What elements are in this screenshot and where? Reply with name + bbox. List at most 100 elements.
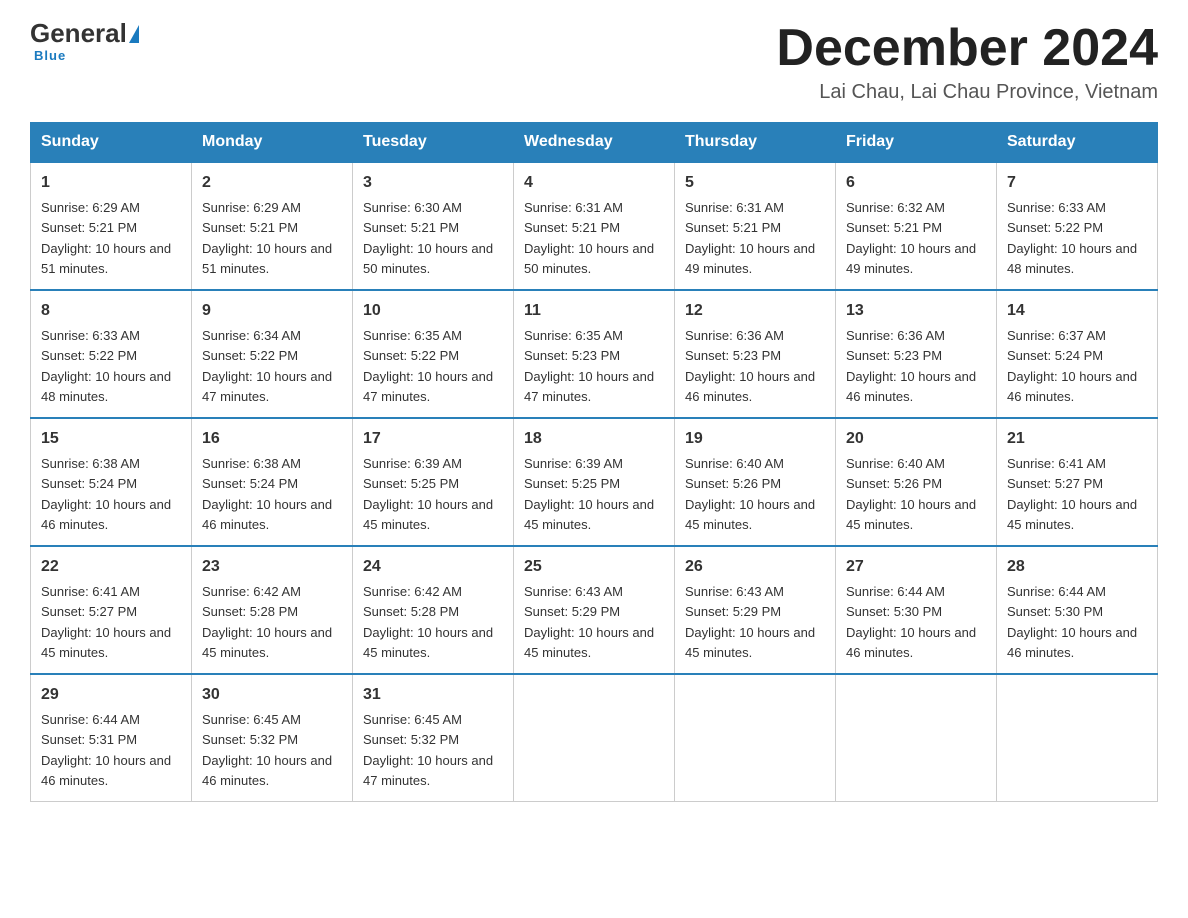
day-info: Sunrise: 6:35 AMSunset: 5:22 PMDaylight:… [363,328,493,404]
calendar-cell: 7 Sunrise: 6:33 AMSunset: 5:22 PMDayligh… [997,162,1158,290]
calendar-header-row: SundayMondayTuesdayWednesdayThursdayFrid… [31,123,1158,163]
day-number: 17 [363,427,503,451]
logo-general-text: General [30,20,127,46]
day-number: 14 [1007,299,1147,323]
day-number: 25 [524,555,664,579]
day-number: 3 [363,171,503,195]
calendar-cell: 4 Sunrise: 6:31 AMSunset: 5:21 PMDayligh… [514,162,675,290]
day-number: 11 [524,299,664,323]
col-header-saturday: Saturday [997,123,1158,163]
calendar-cell: 19 Sunrise: 6:40 AMSunset: 5:26 PMDaylig… [675,418,836,546]
calendar-cell: 30 Sunrise: 6:45 AMSunset: 5:32 PMDaylig… [192,674,353,802]
calendar-cell [675,674,836,802]
col-header-tuesday: Tuesday [353,123,514,163]
calendar-cell: 17 Sunrise: 6:39 AMSunset: 5:25 PMDaylig… [353,418,514,546]
day-info: Sunrise: 6:45 AMSunset: 5:32 PMDaylight:… [363,712,493,788]
day-number: 16 [202,427,342,451]
day-number: 29 [41,683,181,707]
day-number: 28 [1007,555,1147,579]
calendar-cell: 2 Sunrise: 6:29 AMSunset: 5:21 PMDayligh… [192,162,353,290]
day-number: 7 [1007,171,1147,195]
calendar-cell: 13 Sunrise: 6:36 AMSunset: 5:23 PMDaylig… [836,290,997,418]
calendar-cell: 26 Sunrise: 6:43 AMSunset: 5:29 PMDaylig… [675,546,836,674]
calendar-week-row: 22 Sunrise: 6:41 AMSunset: 5:27 PMDaylig… [31,546,1158,674]
col-header-thursday: Thursday [675,123,836,163]
day-number: 27 [846,555,986,579]
calendar-cell: 9 Sunrise: 6:34 AMSunset: 5:22 PMDayligh… [192,290,353,418]
day-info: Sunrise: 6:44 AMSunset: 5:30 PMDaylight:… [846,584,976,660]
day-info: Sunrise: 6:40 AMSunset: 5:26 PMDaylight:… [846,456,976,532]
logo: General Blue [30,20,139,63]
day-number: 22 [41,555,181,579]
day-info: Sunrise: 6:44 AMSunset: 5:30 PMDaylight:… [1007,584,1137,660]
calendar-cell: 6 Sunrise: 6:32 AMSunset: 5:21 PMDayligh… [836,162,997,290]
day-info: Sunrise: 6:31 AMSunset: 5:21 PMDaylight:… [524,200,654,276]
day-info: Sunrise: 6:39 AMSunset: 5:25 PMDaylight:… [524,456,654,532]
calendar-cell: 25 Sunrise: 6:43 AMSunset: 5:29 PMDaylig… [514,546,675,674]
day-number: 21 [1007,427,1147,451]
day-number: 18 [524,427,664,451]
day-info: Sunrise: 6:43 AMSunset: 5:29 PMDaylight:… [685,584,815,660]
calendar-cell [836,674,997,802]
day-number: 1 [41,171,181,195]
day-info: Sunrise: 6:45 AMSunset: 5:32 PMDaylight:… [202,712,332,788]
calendar-cell: 22 Sunrise: 6:41 AMSunset: 5:27 PMDaylig… [31,546,192,674]
day-info: Sunrise: 6:36 AMSunset: 5:23 PMDaylight:… [846,328,976,404]
calendar-cell [514,674,675,802]
logo-blue-text: Blue [34,48,66,63]
calendar-cell: 5 Sunrise: 6:31 AMSunset: 5:21 PMDayligh… [675,162,836,290]
day-number: 23 [202,555,342,579]
day-number: 30 [202,683,342,707]
calendar-week-row: 8 Sunrise: 6:33 AMSunset: 5:22 PMDayligh… [31,290,1158,418]
day-info: Sunrise: 6:29 AMSunset: 5:21 PMDaylight:… [202,200,332,276]
day-info: Sunrise: 6:35 AMSunset: 5:23 PMDaylight:… [524,328,654,404]
day-info: Sunrise: 6:31 AMSunset: 5:21 PMDaylight:… [685,200,815,276]
calendar-cell: 20 Sunrise: 6:40 AMSunset: 5:26 PMDaylig… [836,418,997,546]
calendar-cell: 29 Sunrise: 6:44 AMSunset: 5:31 PMDaylig… [31,674,192,802]
calendar-cell: 31 Sunrise: 6:45 AMSunset: 5:32 PMDaylig… [353,674,514,802]
calendar-cell: 12 Sunrise: 6:36 AMSunset: 5:23 PMDaylig… [675,290,836,418]
day-info: Sunrise: 6:38 AMSunset: 5:24 PMDaylight:… [202,456,332,532]
calendar-cell: 3 Sunrise: 6:30 AMSunset: 5:21 PMDayligh… [353,162,514,290]
day-number: 10 [363,299,503,323]
calendar-cell: 24 Sunrise: 6:42 AMSunset: 5:28 PMDaylig… [353,546,514,674]
col-header-wednesday: Wednesday [514,123,675,163]
calendar-table: SundayMondayTuesdayWednesdayThursdayFrid… [30,122,1158,802]
calendar-cell: 28 Sunrise: 6:44 AMSunset: 5:30 PMDaylig… [997,546,1158,674]
day-info: Sunrise: 6:29 AMSunset: 5:21 PMDaylight:… [41,200,171,276]
day-info: Sunrise: 6:34 AMSunset: 5:22 PMDaylight:… [202,328,332,404]
calendar-cell: 10 Sunrise: 6:35 AMSunset: 5:22 PMDaylig… [353,290,514,418]
col-header-friday: Friday [836,123,997,163]
logo-triangle-icon [129,25,139,43]
day-info: Sunrise: 6:33 AMSunset: 5:22 PMDaylight:… [1007,200,1137,276]
day-number: 26 [685,555,825,579]
calendar-cell: 21 Sunrise: 6:41 AMSunset: 5:27 PMDaylig… [997,418,1158,546]
day-number: 31 [363,683,503,707]
month-title: December 2024 [776,20,1158,77]
day-number: 6 [846,171,986,195]
location-subtitle: Lai Chau, Lai Chau Province, Vietnam [776,81,1158,104]
calendar-cell: 8 Sunrise: 6:33 AMSunset: 5:22 PMDayligh… [31,290,192,418]
calendar-cell [997,674,1158,802]
day-info: Sunrise: 6:43 AMSunset: 5:29 PMDaylight:… [524,584,654,660]
day-info: Sunrise: 6:33 AMSunset: 5:22 PMDaylight:… [41,328,171,404]
day-number: 9 [202,299,342,323]
day-info: Sunrise: 6:36 AMSunset: 5:23 PMDaylight:… [685,328,815,404]
calendar-week-row: 1 Sunrise: 6:29 AMSunset: 5:21 PMDayligh… [31,162,1158,290]
calendar-cell: 18 Sunrise: 6:39 AMSunset: 5:25 PMDaylig… [514,418,675,546]
calendar-cell: 11 Sunrise: 6:35 AMSunset: 5:23 PMDaylig… [514,290,675,418]
day-number: 24 [363,555,503,579]
calendar-cell: 16 Sunrise: 6:38 AMSunset: 5:24 PMDaylig… [192,418,353,546]
calendar-cell: 23 Sunrise: 6:42 AMSunset: 5:28 PMDaylig… [192,546,353,674]
col-header-monday: Monday [192,123,353,163]
calendar-cell: 27 Sunrise: 6:44 AMSunset: 5:30 PMDaylig… [836,546,997,674]
day-number: 5 [685,171,825,195]
calendar-cell: 15 Sunrise: 6:38 AMSunset: 5:24 PMDaylig… [31,418,192,546]
calendar-cell: 1 Sunrise: 6:29 AMSunset: 5:21 PMDayligh… [31,162,192,290]
day-info: Sunrise: 6:40 AMSunset: 5:26 PMDaylight:… [685,456,815,532]
day-info: Sunrise: 6:37 AMSunset: 5:24 PMDaylight:… [1007,328,1137,404]
day-info: Sunrise: 6:42 AMSunset: 5:28 PMDaylight:… [202,584,332,660]
day-info: Sunrise: 6:42 AMSunset: 5:28 PMDaylight:… [363,584,493,660]
day-info: Sunrise: 6:44 AMSunset: 5:31 PMDaylight:… [41,712,171,788]
day-number: 20 [846,427,986,451]
